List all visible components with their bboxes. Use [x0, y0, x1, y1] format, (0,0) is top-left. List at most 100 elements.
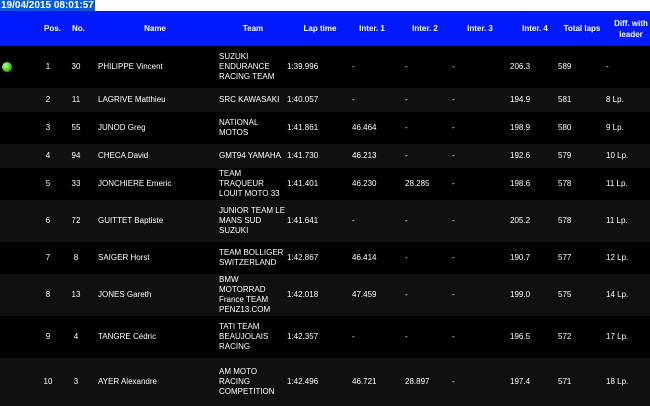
cell-inter-3: - — [452, 377, 455, 386]
table-row: 3 55 JUNOD Greg NATIONAL MOTOS 1:41.861 46.46… — [0, 112, 650, 144]
table-row: 2 11 LAGRIVE Matthieu SRC KAWASAKI 1:40.057 -… — [0, 88, 650, 112]
flag-cell — [0, 112, 14, 144]
cell-inter-1: 46.414 — [352, 253, 377, 262]
cell-inter-2: 28.897 — [405, 377, 430, 386]
header-lap-time: Lap time — [303, 24, 337, 33]
cell-lap-time: 1:41.401 — [287, 179, 319, 188]
cell-inter-3: - — [452, 179, 455, 188]
cell-rider-name: CHECA David — [98, 151, 149, 160]
cell-inter-2: - — [405, 123, 408, 132]
cell-inter-3: - — [452, 151, 455, 160]
cell-total-laps: 571 — [558, 377, 572, 386]
cell-pos: 9 — [45, 332, 51, 341]
cell-inter-2: - — [405, 332, 408, 341]
cell-number: 13 — [71, 290, 81, 299]
cell-number: 3 — [73, 377, 79, 386]
table-row: 9 4 TANGRE Cédric TATI TEAM BEAUJOLAIS RACI… — [0, 316, 650, 358]
cell-total-laps: 577 — [558, 253, 572, 262]
timestamp: 19/04/2015 08:01:57 — [0, 0, 95, 11]
cell-team-name: NATIONAL MOTOS — [219, 118, 259, 137]
cell-total-laps: 578 — [558, 216, 572, 225]
cell-pos: 8 — [45, 290, 51, 299]
cell-diff-leader: 9 Lp. — [606, 123, 624, 132]
cell-inter-4: 196.5 — [510, 332, 531, 341]
flag-cell — [0, 316, 14, 358]
cell-rider-name: LAGRIVE Matthieu — [98, 95, 166, 104]
cell-total-laps: 589 — [558, 62, 572, 71]
green-flag-icon — [2, 62, 12, 72]
cell-total-laps: 572 — [558, 332, 572, 341]
cell-team-name: BMW MOTORRAD France TEAM PENZ13.COM — [219, 275, 271, 314]
cell-lap-time: 1:41.730 — [287, 151, 319, 160]
flag-cell — [0, 144, 14, 168]
header-name: Name — [144, 24, 166, 33]
cell-total-laps: 580 — [558, 123, 572, 132]
cell-pos: 3 — [45, 123, 51, 132]
cell-diff-leader: 10 Lp. — [606, 151, 629, 160]
flag-cell — [0, 46, 14, 88]
cell-number: 4 — [73, 332, 79, 341]
flag-cell — [0, 88, 14, 112]
cell-team-name: GMT94 YAMAHA — [219, 151, 281, 160]
cell-lap-time: 1:39.996 — [287, 62, 319, 71]
cell-number: 55 — [71, 123, 81, 132]
cell-inter-1: 46.230 — [352, 179, 377, 188]
cell-number: 8 — [73, 253, 79, 262]
cell-inter-2: - — [405, 216, 408, 225]
cell-pos: 1 — [45, 62, 51, 71]
cell-pos: 7 — [45, 253, 51, 262]
cell-inter-4: 206.3 — [510, 62, 531, 71]
cell-inter-2: - — [405, 95, 408, 104]
cell-lap-time: 1:42.496 — [287, 377, 319, 386]
cell-number: 11 — [71, 95, 81, 104]
cell-pos: 6 — [45, 216, 51, 225]
cell-lap-time: 1:42.867 — [287, 253, 319, 262]
header-total-laps: Total laps — [563, 24, 601, 33]
cell-inter-4: 198.9 — [510, 123, 531, 132]
cell-inter-1: 46.721 — [352, 377, 377, 386]
cell-diff-leader: 18 Lp. — [606, 377, 629, 386]
standings-table: 1 30 PHILIPPE Vincent SUZUKI ENDURANCE RACI… — [0, 46, 650, 406]
cell-rider-name: JUNOD Greg — [98, 123, 146, 132]
cell-lap-time: 1:42.018 — [287, 290, 319, 299]
cell-inter-3: - — [452, 62, 455, 71]
header-inter-2: Inter. 2 — [412, 24, 438, 33]
cell-diff-leader: 11 Lp. — [606, 216, 628, 225]
cell-inter-4: 192.6 — [510, 151, 531, 160]
cell-team-name: JUNIOR TEAM LE MANS SUD SUZUKI — [219, 206, 286, 235]
cell-inter-4: 198.6 — [510, 179, 531, 188]
cell-rider-name: JONCHIERE Emeric — [98, 179, 172, 188]
cell-diff-leader: 11 Lp. — [606, 179, 628, 188]
cell-inter-2: - — [405, 151, 408, 160]
cell-inter-3: - — [452, 123, 455, 132]
cell-inter-3: - — [452, 95, 455, 104]
flag-cell — [0, 168, 14, 200]
cell-team-name: TEAM TRAQUEUR LOUIT MOTO 33 — [219, 169, 280, 198]
cell-pos: 5 — [45, 179, 51, 188]
cell-total-laps: 578 — [558, 179, 572, 188]
cell-inter-3: - — [452, 253, 455, 262]
cell-lap-time: 1:42.357 — [287, 332, 319, 341]
cell-inter-3: - — [452, 216, 455, 225]
cell-number: 30 — [71, 62, 81, 71]
cell-team-name: SUZUKI ENDURANCE RACING TEAM — [219, 52, 275, 81]
header-no: No. — [72, 24, 85, 33]
cell-number: 94 — [71, 151, 81, 160]
cell-pos: 4 — [45, 151, 51, 160]
flag-cell — [0, 200, 14, 242]
cell-total-laps: 575 — [558, 290, 572, 299]
table-row: 10 3 AYER Alexandre AM MOTO RACING COMPETIT… — [0, 358, 650, 406]
cell-number: 72 — [71, 216, 81, 225]
cell-pos: 10 — [43, 377, 53, 386]
flag-cell — [0, 274, 14, 316]
cell-diff-leader: 17 Lp. — [606, 332, 629, 341]
cell-inter-1: 47.459 — [352, 290, 377, 299]
cell-inter-2: - — [405, 290, 408, 299]
cell-total-laps: 579 — [558, 151, 572, 160]
header-diff-leader: Diff. with leader — [614, 18, 648, 39]
cell-rider-name: SAIGER Horst — [98, 253, 150, 262]
cell-number: 33 — [71, 179, 81, 188]
cell-rider-name: AYER Alexandre — [98, 377, 157, 386]
cell-pos: 2 — [45, 95, 51, 104]
cell-inter-3: - — [452, 290, 455, 299]
